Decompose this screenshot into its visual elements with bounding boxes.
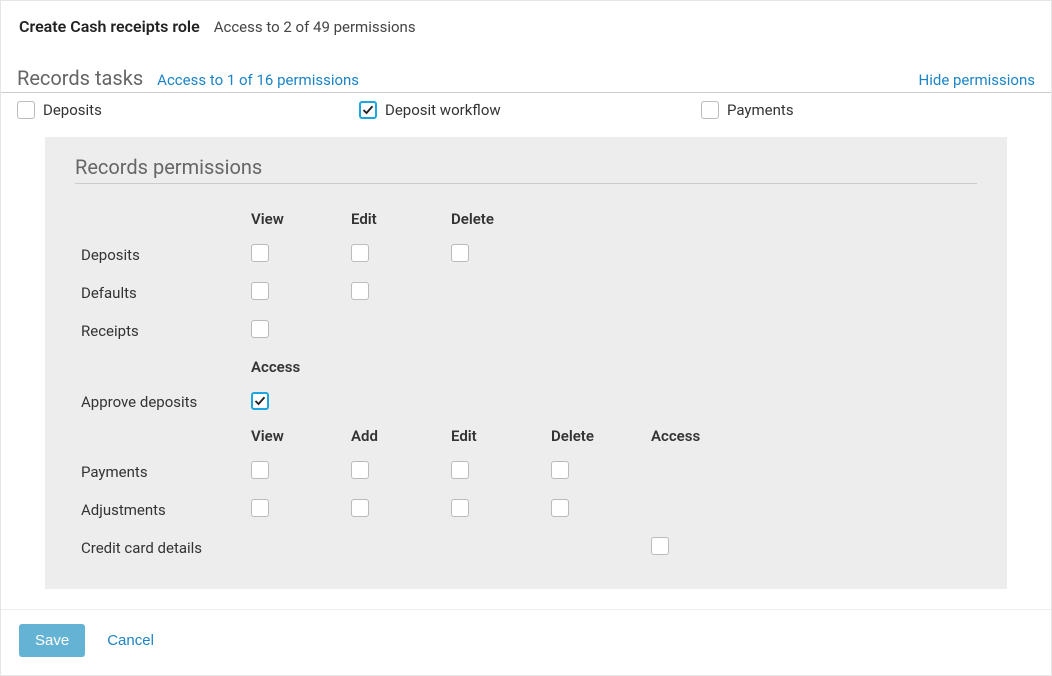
footer: Save Cancel [1, 609, 1051, 675]
row-label-credit: Credit card details [75, 529, 245, 567]
row-label-adjustments: Adjustments [75, 491, 245, 529]
task-deposits: Deposits [17, 101, 351, 119]
task-deposits-label: Deposits [43, 101, 102, 119]
row-label-approve: Approve deposits [75, 384, 245, 419]
col-delete: Delete [545, 419, 645, 453]
checkbox-workflow[interactable] [359, 101, 377, 119]
row-label-deposits: Deposits [75, 236, 245, 274]
checkmark-icon [362, 104, 374, 116]
checkbox-deposits-delete[interactable] [451, 244, 469, 262]
checkbox-deposits-view[interactable] [251, 244, 269, 262]
col-edit: Edit [345, 202, 445, 236]
table-row: Payments [75, 453, 745, 491]
checkbox-adjustments-view[interactable] [251, 499, 269, 517]
checkbox-adjustments-add[interactable] [351, 499, 369, 517]
checkbox-deposits-edit[interactable] [351, 244, 369, 262]
row-label-defaults: Defaults [75, 274, 245, 312]
checkbox-deposits[interactable] [17, 101, 35, 119]
checkbox-payments-add[interactable] [351, 461, 369, 479]
col-view: View [245, 202, 345, 236]
table-header-row: View Edit Delete [75, 202, 745, 236]
checkbox-defaults-edit[interactable] [351, 282, 369, 300]
table-row: Deposits [75, 236, 745, 274]
checkbox-payments-view[interactable] [251, 461, 269, 479]
section-title: Records tasks [17, 66, 143, 90]
checkmark-icon [254, 395, 266, 407]
page-header: Create Cash receipts role Access to 2 of… [1, 1, 1051, 46]
checkbox-adjustments-delete[interactable] [551, 499, 569, 517]
page-subtitle: Access to 2 of 49 permissions [214, 18, 416, 36]
col-access: Access [645, 419, 745, 453]
checkbox-credit-access[interactable] [651, 537, 669, 555]
permissions-table: View Edit Delete Deposits Defaults Re [75, 202, 745, 567]
checkbox-approve-access[interactable] [251, 392, 269, 410]
row-label-payments: Payments [75, 453, 245, 491]
col-view: View [245, 419, 345, 453]
table-row: Adjustments [75, 491, 745, 529]
page-title: Create Cash receipts role [19, 17, 200, 36]
table-header-row: View Add Edit Delete Access [75, 419, 745, 453]
hide-permissions-link[interactable]: Hide permissions [919, 71, 1035, 89]
permissions-title: Records permissions [75, 155, 977, 184]
row-label-receipts: Receipts [75, 312, 245, 350]
table-row: Credit card details [75, 529, 745, 567]
checkbox-payments-delete[interactable] [551, 461, 569, 479]
col-add: Add [345, 419, 445, 453]
page-container: Create Cash receipts role Access to 2 of… [0, 0, 1052, 676]
col-delete: Delete [445, 202, 545, 236]
task-workflow: Deposit workflow [359, 101, 693, 119]
section-permission-count: Access to 1 of 16 permissions [157, 71, 359, 89]
table-row: Receipts [75, 312, 745, 350]
cancel-button[interactable]: Cancel [101, 631, 160, 650]
col-edit: Edit [445, 419, 545, 453]
permissions-panel: Records permissions View Edit Delete Dep… [45, 137, 1007, 589]
task-payments: Payments [701, 101, 1035, 119]
task-workflow-label: Deposit workflow [385, 101, 501, 119]
section-header: Records tasks Access to 1 of 16 permissi… [1, 66, 1051, 93]
checkbox-payments[interactable] [701, 101, 719, 119]
table-header-row: Access [75, 350, 745, 384]
save-button[interactable]: Save [19, 624, 85, 657]
checkbox-defaults-view[interactable] [251, 282, 269, 300]
checkbox-payments-edit[interactable] [451, 461, 469, 479]
tasks-row: Deposits Deposit workflow Payments [1, 93, 1051, 127]
table-row: Defaults [75, 274, 745, 312]
task-payments-label: Payments [727, 101, 794, 119]
col-access: Access [245, 350, 345, 384]
table-row: Approve deposits [75, 384, 745, 419]
checkbox-receipts-view[interactable] [251, 320, 269, 338]
checkbox-adjustments-edit[interactable] [451, 499, 469, 517]
